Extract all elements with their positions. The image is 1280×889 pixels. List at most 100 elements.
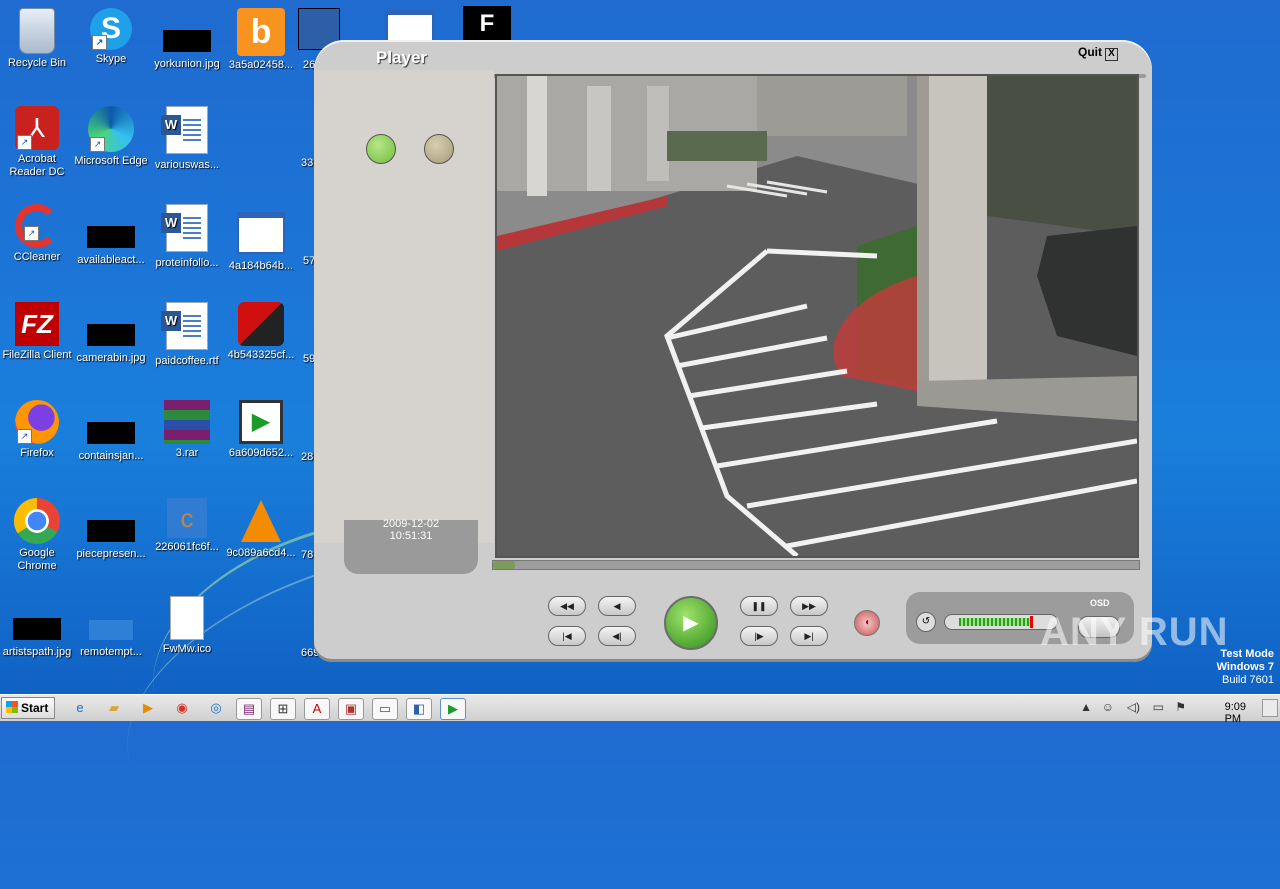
desktop-icon-6a609[interactable]: ▶ 6a609d652... — [224, 400, 298, 460]
network-tray-icon[interactable]: ▭ — [1153, 700, 1164, 714]
side-panel — [314, 70, 494, 543]
volume-handle[interactable] — [1030, 616, 1034, 628]
tray-expand-icon[interactable]: ▲ — [1080, 700, 1092, 714]
desktop-icon-3a5a[interactable]: b 3a5a02458... — [224, 8, 298, 72]
step-back-button[interactable]: ◀ — [598, 596, 636, 616]
frame-forward-icon: |▶ — [754, 631, 764, 641]
skip-end-button[interactable]: ▶| — [790, 626, 828, 646]
fast-forward-icon: ▶▶ — [802, 601, 816, 611]
volume-reset-button[interactable]: ↺ — [916, 612, 936, 632]
player-icon[interactable]: ◧ — [406, 698, 432, 720]
blank-file-icon — [170, 596, 204, 640]
winrar-icon — [164, 400, 210, 444]
skype-icon: S ↗ — [90, 8, 132, 50]
video-player-icon[interactable]: ▶ — [440, 698, 466, 720]
desktop-icon-variouswas[interactable]: variouswas... — [150, 106, 224, 172]
timestamp-time: 10:51:31 — [389, 530, 433, 542]
ccleaner-icon: ↗ — [15, 204, 59, 248]
explorer-icon[interactable]: ▰ — [102, 698, 126, 718]
monitor-icon[interactable]: ▭ — [372, 698, 398, 720]
rewind-fast-button[interactable]: ◀◀ — [548, 596, 586, 616]
image-thumbnail-icon — [87, 324, 135, 346]
pause-button[interactable]: ❚❚ — [740, 596, 778, 616]
skip-end-icon: ▶| — [804, 631, 814, 641]
show-desktop-button[interactable] — [1262, 699, 1278, 717]
acrobat-icon: ⅄ ↗ — [15, 106, 59, 150]
desktop-icon-recycle-bin[interactable]: Recycle Bin — [0, 8, 74, 70]
player-exe-icon: ▶ — [239, 400, 283, 444]
volume-icon[interactable]: ◁) — [1127, 700, 1140, 714]
desktop-icon-skype[interactable]: S ↗ Skype — [74, 8, 148, 66]
desktop-icon-paidcoffee[interactable]: paidcoffee.rtf — [150, 302, 224, 368]
watermark: ANY RUN — [1040, 610, 1229, 654]
clock[interactable]: 9:09 PM — [1225, 701, 1246, 725]
window-title: Player — [376, 48, 428, 67]
play-button[interactable]: ▶ — [664, 596, 718, 650]
edge-icon: ↗ — [88, 106, 134, 152]
desktop-icon-ccleaner[interactable]: ↗ CCleaner — [0, 204, 74, 264]
winrar-icon[interactable]: ▤ — [236, 698, 262, 720]
image-thumbnail-icon — [163, 30, 211, 52]
video-display[interactable] — [495, 74, 1139, 558]
timestamp-display: 2009-12-02 10:51:31 — [344, 518, 478, 574]
seek-handle[interactable] — [493, 561, 515, 569]
desktop-icon-edge[interactable]: ↗ Microsoft Edge — [74, 106, 148, 168]
chrome-icon[interactable]: ◉ — [170, 698, 194, 718]
desktop-icon-camerabin[interactable]: camerabin.jpg — [74, 302, 148, 365]
desktop-icon-chrome[interactable]: Google Chrome — [0, 498, 74, 573]
vlc-icon — [241, 500, 281, 542]
word-document-icon — [161, 302, 208, 350]
edge-icon[interactable]: ◎ — [204, 698, 228, 718]
player-window: Player Quit X 2009-12-02 10:51:31 ◀◀ ◀ |… — [314, 40, 1152, 662]
word-document-icon — [161, 106, 208, 154]
fast-forward-button[interactable]: ▶▶ — [790, 596, 828, 616]
rewind-icon: ◀◀ — [560, 601, 574, 611]
volume-level — [959, 618, 1031, 626]
desktop-icon-firefox[interactable]: ↗ Firefox — [0, 400, 74, 460]
desktop-icon-remotempt[interactable]: remotempt... — [74, 596, 148, 659]
exe-icon: c — [167, 498, 207, 538]
os-badge: Test Mode Windows 7 Build 7601 — [1216, 648, 1274, 686]
desktop-icon-acrobat[interactable]: ⅄ ↗ Acrobat Reader DC — [0, 106, 74, 179]
desktop-icon-4a184[interactable]: 4a184b64b... — [224, 204, 298, 273]
desktop-icon-containsjan[interactable]: containsjan... — [74, 400, 148, 463]
desktop-icon-availableact[interactable]: availableact... — [74, 204, 148, 267]
desktop-icon-vlc[interactable]: 9c089a6cd4... — [224, 498, 298, 560]
desktop-icon-4b543[interactable]: 4b543325cf... — [224, 302, 298, 362]
desktop-icon-piecepresen[interactable]: piecepresen... — [74, 498, 148, 561]
image-thumbnail-icon — [13, 618, 61, 640]
status-led-green — [366, 134, 396, 164]
desktop-icon-artistspath[interactable]: artistspath.jpg — [0, 596, 74, 659]
skip-start-button[interactable]: |◀ — [548, 626, 586, 646]
windows-logo-icon — [6, 701, 18, 713]
word-document-icon — [161, 204, 208, 252]
step-back-icon: ◀ — [613, 601, 621, 611]
partial-label: 78 — [301, 549, 314, 561]
acrobat-icon[interactable]: A — [304, 698, 330, 720]
app-icon[interactable]: ▣ — [338, 698, 364, 720]
desktop-icon-yorkunion[interactable]: yorkunion.jpg — [150, 8, 224, 71]
frame-forward-button[interactable]: |▶ — [740, 626, 778, 646]
frame-back-button[interactable]: ◀| — [598, 626, 636, 646]
seek-bar[interactable] — [492, 560, 1140, 570]
users-icon[interactable]: ☺ — [1102, 700, 1114, 714]
ie-icon[interactable]: e — [68, 698, 92, 718]
status-led-off — [424, 134, 455, 164]
timestamp-date: 2009-12-02 — [382, 518, 440, 530]
start-button[interactable]: Start — [1, 697, 55, 719]
media-player-icon[interactable]: ▶ — [136, 698, 160, 718]
flag-icon[interactable]: ⚑ — [1175, 700, 1186, 714]
desktop-icon-226061[interactable]: c 226061fc6f... — [150, 498, 224, 554]
desktop-icon-proteinfollo[interactable]: proteinfollo... — [150, 204, 224, 270]
network-icon[interactable]: ⊞ — [270, 698, 296, 720]
quit-button[interactable]: Quit X — [1078, 45, 1118, 61]
desktop-icon-filezilla[interactable]: FZ FileZilla Client — [0, 302, 74, 362]
exe-icon — [238, 302, 284, 346]
desktop-icon-fwmw[interactable]: FwMw.ico — [150, 596, 224, 656]
image-thumbnail-icon — [89, 620, 133, 640]
mute-button[interactable]: ◖ — [854, 610, 880, 636]
osd-label: OSD — [1090, 598, 1110, 608]
desktop-icon-3rar[interactable]: 3.rar — [150, 400, 224, 460]
recycle-bin-icon — [19, 8, 55, 54]
close-icon: X — [1105, 48, 1118, 61]
